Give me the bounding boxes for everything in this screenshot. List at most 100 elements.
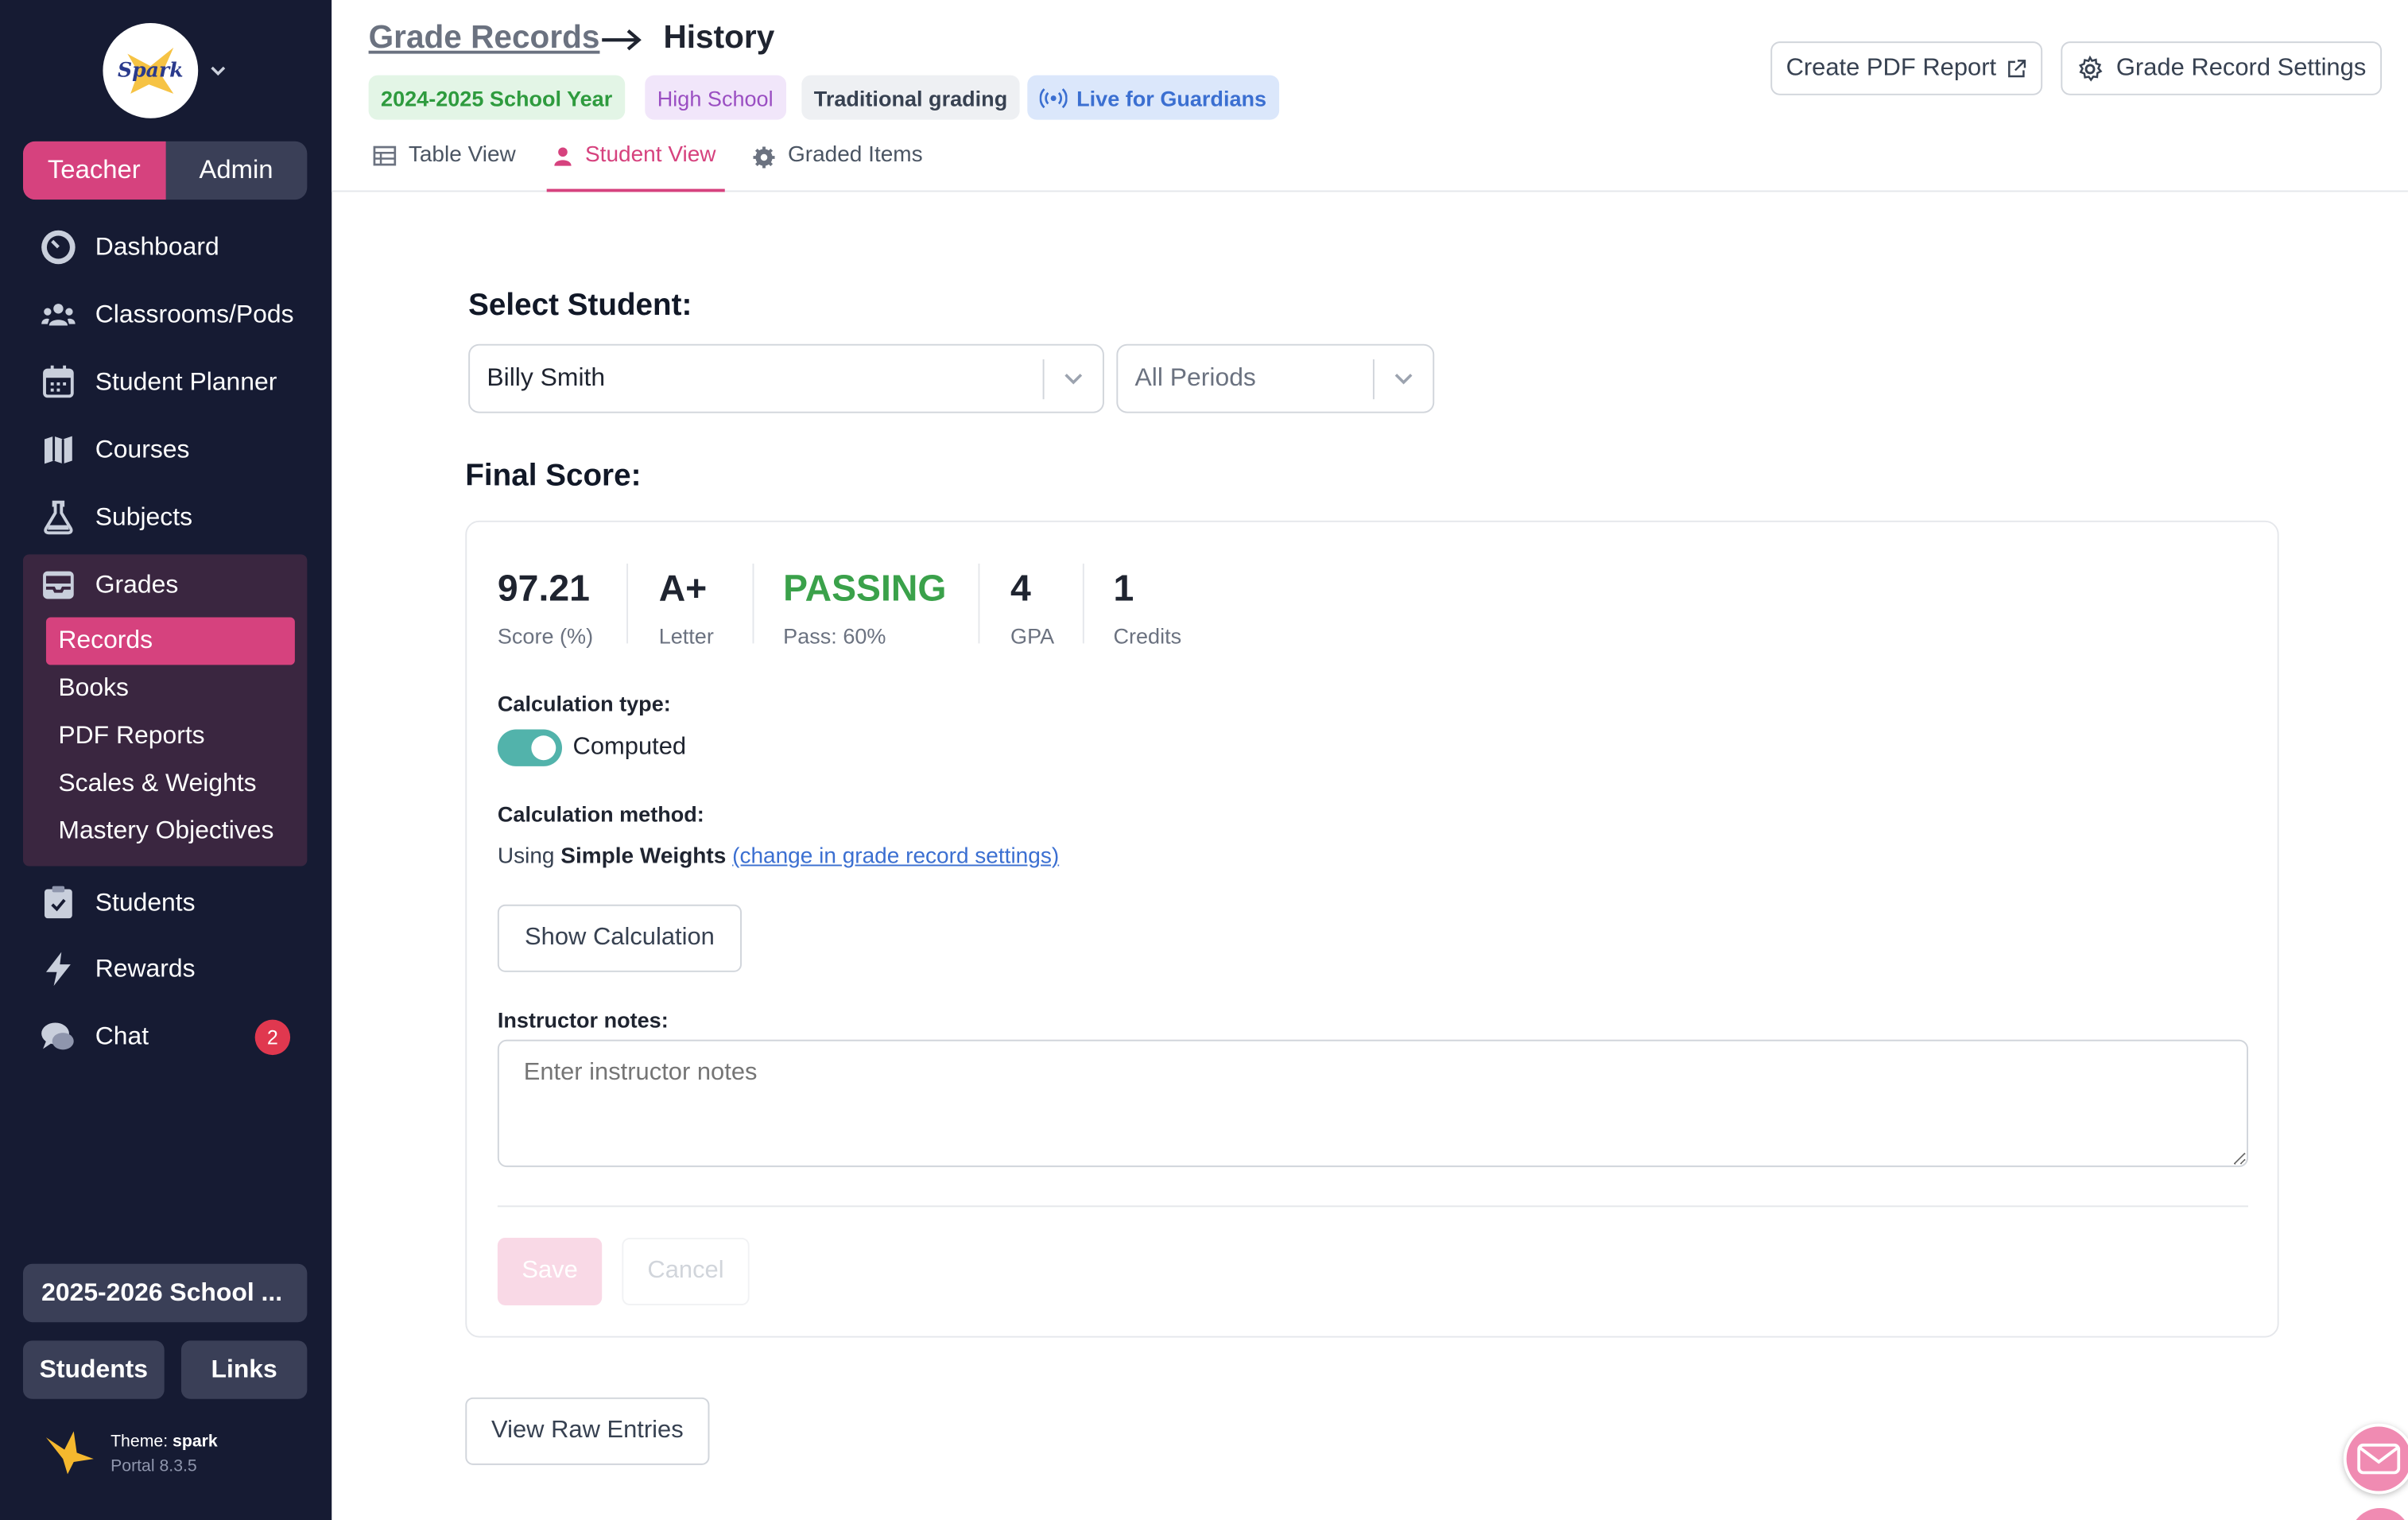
page-header: Grade Records History 2024-2025 School Y… [332, 0, 2408, 192]
sidebar-item-grades[interactable]: Grades [40, 562, 178, 608]
sidebar-item-label: Chat [95, 1022, 149, 1050]
stat-divider [1082, 563, 1084, 644]
sidebar-item-subjects[interactable]: Subjects [40, 494, 192, 541]
admin-role-button[interactable]: Admin [165, 142, 308, 200]
credits-stat: 1 Credits [1113, 568, 1181, 648]
sidebar-subitem-scales-weights[interactable]: Scales & Weights [46, 760, 295, 808]
sidebar-subitem-pdf-reports[interactable]: PDF Reports [46, 712, 295, 760]
period-select[interactable]: All Periods [1116, 343, 1435, 413]
mail-icon [2357, 1443, 2401, 1475]
theme-star-icon [45, 1431, 94, 1475]
credits-value: 1 [1113, 568, 1134, 610]
score-caption: Score (%) [497, 623, 594, 649]
passing-status: PASSING [783, 568, 947, 610]
sidebar-subitem-books[interactable]: Books [46, 665, 295, 712]
calendar-icon [40, 364, 76, 401]
sidebar: Spark Teacher Admin Dashboard Classrooms… [0, 0, 332, 1520]
sidebar-item-rewards[interactable]: Rewards [40, 946, 196, 992]
gpa-value: 4 [1010, 568, 1031, 610]
inbox-icon [40, 567, 76, 603]
theme-label: Theme: spark [111, 1433, 218, 1452]
teacher-role-button[interactable]: Teacher [22, 141, 165, 200]
level-tag: High School [645, 75, 786, 120]
score-stat: 97.21 Score (%) [498, 568, 593, 648]
message-fab[interactable] [2343, 1423, 2408, 1495]
calculation-method-label: Calculation method: [497, 801, 704, 827]
create-pdf-report-button[interactable]: Create PDF Report [1770, 41, 2043, 95]
instructor-notes-field[interactable] [497, 1039, 2249, 1168]
grading-type-tag: Traditional grading [801, 75, 1020, 120]
flask-icon [40, 499, 76, 536]
select-student-label: Select Student: [468, 289, 692, 323]
stat-divider [752, 563, 754, 644]
sidebar-item-label: Student Planner [95, 367, 277, 396]
theme-name: spark [173, 1433, 218, 1452]
letter-caption: Letter [658, 623, 714, 649]
chevron-down-icon[interactable] [1375, 371, 1433, 386]
broadcast-icon [1039, 87, 1068, 108]
student-select[interactable]: Billy Smith [468, 343, 1104, 413]
sidebar-item-students[interactable]: Students [40, 880, 196, 926]
students-quick-button[interactable]: Students [22, 1340, 165, 1399]
sidebar-subitem-records[interactable]: Records [45, 617, 295, 665]
gpa-stat: 4 GPA [1010, 568, 1054, 648]
gpa-caption: GPA [1010, 623, 1055, 649]
school-year-tag: 2024-2025 School Year [368, 75, 625, 120]
final-score-label: Final Score: [465, 459, 642, 494]
app-page: Spark Teacher Admin Dashboard Classrooms… [0, 0, 2408, 1520]
change-settings-link[interactable]: (change in grade record settings) [732, 844, 1059, 869]
tab-graded-items[interactable]: Graded Items [753, 143, 923, 192]
sidebar-item-label: Dashboard [95, 232, 219, 261]
show-calculation-button[interactable]: Show Calculation [497, 904, 743, 972]
external-link-icon [2007, 59, 2026, 77]
calculation-method-name: Simple Weights [560, 844, 727, 870]
cancel-button[interactable]: Cancel [622, 1237, 750, 1305]
links-button[interactable]: Links [180, 1340, 308, 1399]
sidebar-item-label: Rewards [95, 954, 196, 983]
period-select-value: All Periods [1134, 363, 1256, 392]
live-for-guardians-tag: Live for Guardians [1027, 75, 1279, 120]
secondary-fab[interactable] [2349, 1507, 2408, 1520]
chat-unread-badge: 2 [254, 1019, 291, 1056]
role-switch: Teacher Admin [22, 141, 308, 200]
stat-divider [978, 563, 980, 644]
toggle-knob [531, 735, 556, 761]
sidebar-item-courses[interactable]: Courses [40, 427, 189, 473]
sidebar-item-chat[interactable]: Chat [40, 1014, 149, 1060]
final-score-card: 97.21 Score (%) A+ Letter PASSING Pass: … [465, 520, 2279, 1338]
view-raw-entries-button[interactable]: View Raw Entries [465, 1397, 710, 1465]
map-icon [40, 432, 76, 468]
chevron-down-icon[interactable] [209, 61, 227, 79]
school-year-button[interactable]: 2025-2026 School ... [22, 1263, 308, 1323]
arrow-right-icon [602, 29, 642, 51]
calculation-method-text: Using Simple Weights (change in grade re… [497, 844, 1060, 870]
sidebar-item-classrooms[interactable]: Classrooms/Pods [40, 292, 294, 338]
calculation-type-value: Computed [572, 734, 687, 761]
spark-logo[interactable]: Spark [103, 22, 199, 118]
card-divider [497, 1205, 2249, 1208]
chevron-down-icon[interactable] [1045, 371, 1103, 386]
sidebar-item-label: Students [95, 888, 196, 917]
gear-icon [2078, 54, 2103, 81]
sidebar-item-label: Subjects [95, 502, 193, 531]
sidebar-subitem-mastery[interactable]: Mastery Objectives [46, 808, 295, 855]
clipboard-check-icon [40, 885, 76, 921]
tab-table-view[interactable]: Table View [373, 143, 516, 192]
breadcrumb-parent-link[interactable]: Grade Records [369, 20, 600, 56]
tab-student-view[interactable]: Student View [546, 143, 725, 192]
student-select-value: Billy Smith [487, 363, 606, 392]
score-value: 97.21 [497, 568, 590, 610]
grade-record-settings-button[interactable]: Grade Record Settings [2061, 41, 2383, 95]
grades-group: Grades Records Books PDF Reports Scales … [22, 554, 308, 867]
page-title: History [663, 20, 775, 56]
instructor-notes-label: Instructor notes: [497, 1007, 669, 1033]
save-button[interactable]: Save [497, 1237, 603, 1305]
calculation-type-toggle[interactable] [497, 729, 563, 766]
sidebar-item-planner[interactable]: Student Planner [40, 359, 277, 405]
sidebar-item-dashboard[interactable]: Dashboard [40, 224, 219, 270]
sidebar-item-label: Courses [95, 435, 190, 463]
portal-version: Portal 8.3.5 [111, 1457, 197, 1476]
table-icon [373, 145, 397, 166]
logo-text: Spark [117, 59, 184, 83]
user-icon [554, 147, 572, 166]
